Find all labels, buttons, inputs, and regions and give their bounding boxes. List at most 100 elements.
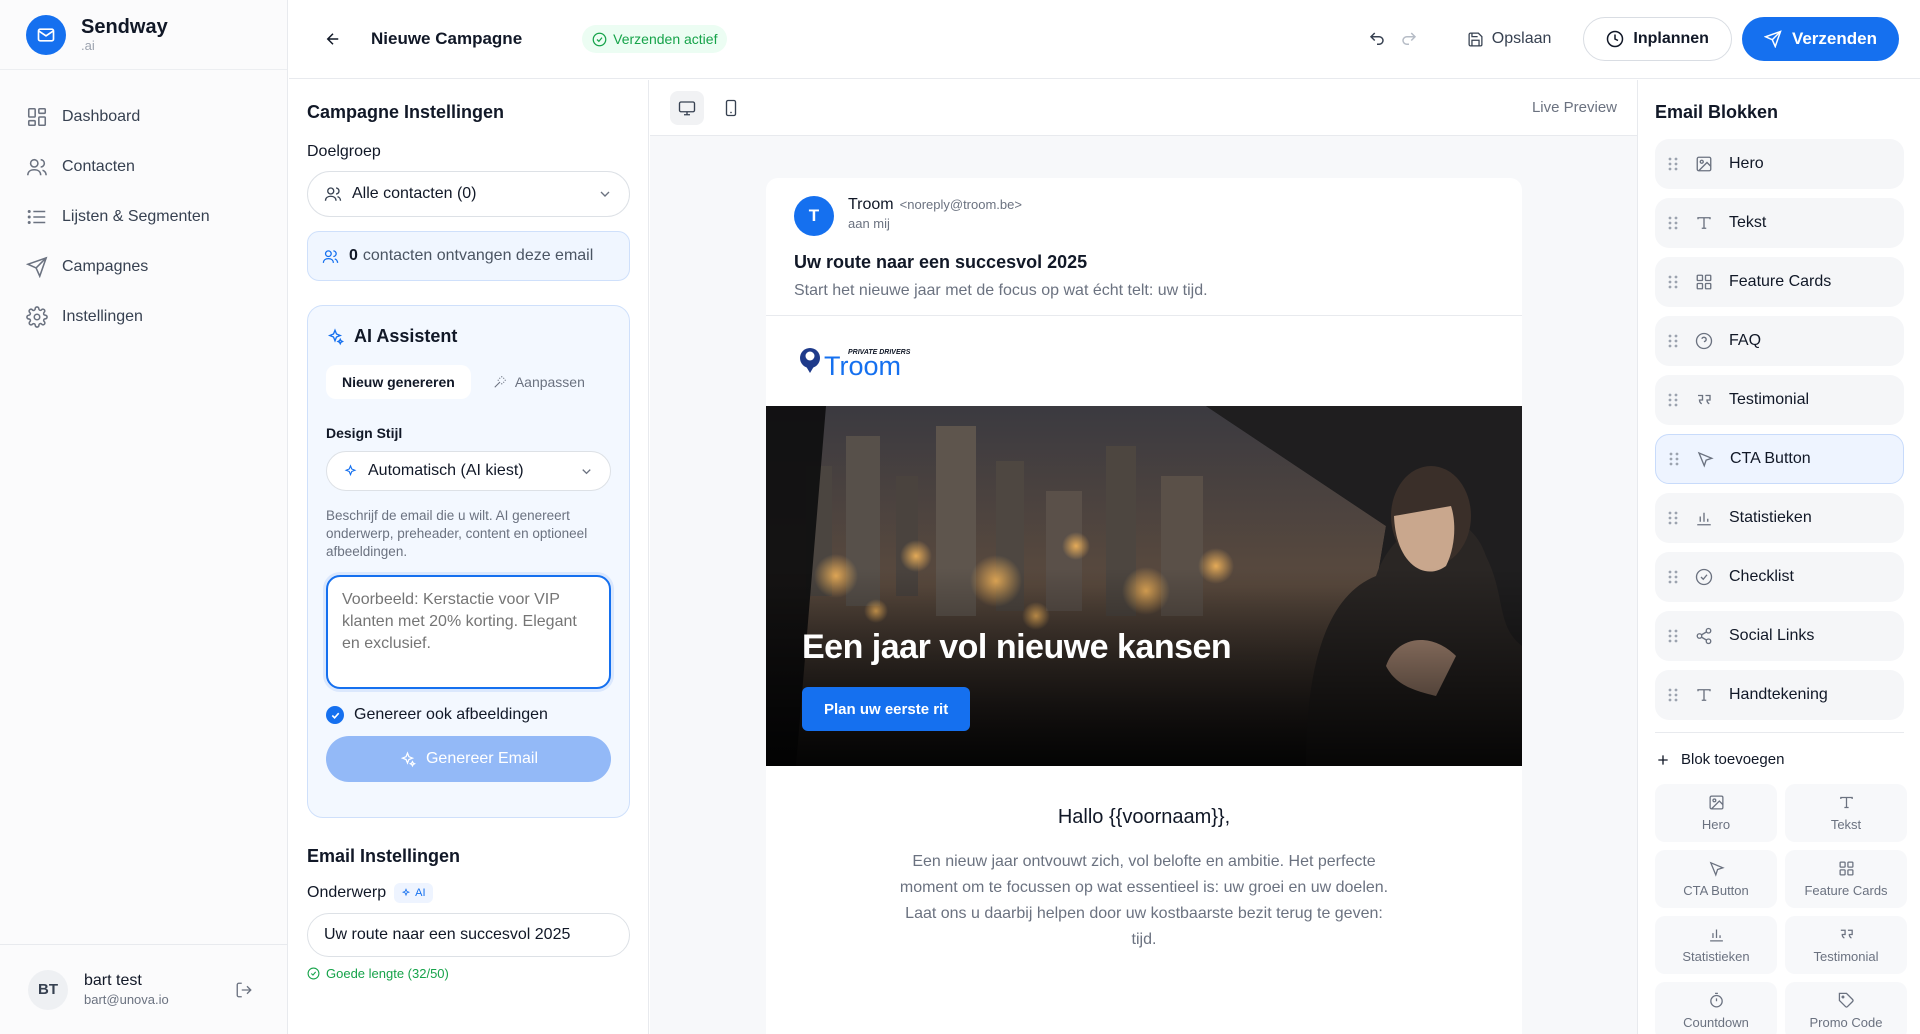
generate-images-label: Genereer ook afbeeldingen (354, 706, 548, 723)
block-item-tekst[interactable]: Tekst (1655, 198, 1904, 248)
desktop-view-button[interactable] (670, 90, 704, 125)
pointer-icon (1709, 861, 1725, 877)
block-grid: Hero Tekst CTA Button Feature Cards Statisti… (1655, 784, 1907, 1034)
email-body-text: Een nieuw jaar ontvouwt zich, vol beloft… (899, 853, 1389, 948)
check-circle-icon (592, 32, 607, 46)
drag-handle-icon[interactable] (1667, 333, 1679, 349)
add-block-countdown[interactable]: Countdown (1655, 982, 1777, 1034)
drag-handle-icon[interactable] (1667, 215, 1679, 231)
drag-handle-icon[interactable] (1667, 274, 1679, 290)
ai-badge-label: AI (415, 887, 426, 899)
add-block-statistieken[interactable]: Statistieken (1655, 916, 1777, 974)
redo-button[interactable] (1393, 23, 1425, 55)
drag-handle-icon[interactable] (1667, 687, 1679, 703)
ai-badge: AI (394, 883, 433, 903)
add-block-promo-code[interactable]: Promo Code (1785, 982, 1907, 1034)
save-button[interactable]: Opslaan (1467, 30, 1551, 48)
status-badge: Verzenden actief (582, 25, 728, 53)
blocks-title: Email Blokken (1655, 102, 1779, 122)
sparkle-icon (402, 888, 411, 897)
generate-email-button[interactable]: Genereer Email (326, 736, 611, 782)
nav-item-contacten[interactable]: Contacten (0, 142, 287, 192)
drag-handle-icon[interactable] (1668, 451, 1680, 467)
send-icon (26, 256, 48, 278)
bar-chart-icon (1697, 512, 1711, 526)
logout-button[interactable] (228, 974, 260, 1006)
back-button[interactable] (321, 27, 345, 51)
send-label: Verzenden (1791, 29, 1877, 48)
email-subject: Uw route naar een succesvol 2025 (794, 252, 1088, 272)
tab-aanpassen[interactable]: Aanpassen (477, 365, 601, 399)
block-label: Tekst (1729, 214, 1767, 231)
drag-handle-icon[interactable] (1667, 392, 1679, 408)
block-item-social-links[interactable]: Social Links (1655, 611, 1904, 661)
block-item-handtekening[interactable]: Handtekening (1655, 670, 1904, 720)
hero-cta-button[interactable]: Plan uw eerste rit (802, 687, 971, 731)
add-block-feature-cards[interactable]: Feature Cards (1785, 850, 1907, 908)
chevron-down-icon (600, 191, 610, 197)
nav-item-lijsten[interactable]: Lijsten & Segmenten (0, 192, 287, 242)
image-icon (1708, 795, 1724, 810)
block-item-checklist[interactable]: Checklist (1655, 552, 1904, 602)
nav-item-instellingen[interactable]: Instellingen (0, 292, 287, 342)
sparkle-icon (344, 463, 357, 476)
main-nav: Dashboard Contacten Lijsten & Segmenten … (0, 70, 287, 342)
status-label: Verzenden actief (613, 31, 718, 47)
add-block-hero[interactable]: Hero (1655, 784, 1777, 842)
users-icon (322, 249, 339, 263)
subject-input[interactable]: Uw route naar een succesvol 2025 (307, 913, 630, 957)
generate-images-checkbox[interactable]: Genereer ook afbeeldingen (326, 706, 611, 724)
add-block-tekst[interactable]: Tekst (1785, 784, 1907, 842)
avatar[interactable]: BT (28, 969, 68, 1010)
block-item-cta-button[interactable]: CTA Button (1655, 434, 1904, 484)
block-item-hero[interactable]: Hero (1655, 139, 1904, 189)
tab-nieuw-genereren[interactable]: Nieuw genereren (326, 365, 471, 399)
drag-handle-icon[interactable] (1667, 569, 1679, 585)
grid-label: Feature Cards (1804, 883, 1888, 898)
grid-icon (1696, 274, 1712, 290)
logo-wordmark: Troom (824, 351, 901, 381)
clock-icon (1607, 30, 1624, 48)
add-block-testimonial[interactable]: Testimonial (1785, 916, 1907, 974)
mobile-view-button[interactable] (714, 91, 748, 125)
troom-logo[interactable]: PRIVATE DRIVERS Troom (766, 316, 1522, 406)
subject-length-status: Goede lengte (32/50) (307, 966, 630, 981)
text-icon (1697, 689, 1711, 701)
settings-title: Campagne Instellingen (307, 102, 505, 122)
audience-value: Alle contacten (0) (352, 185, 477, 202)
send-button[interactable]: Verzenden (1741, 17, 1899, 61)
block-item-faq[interactable]: FAQ (1655, 316, 1904, 366)
nav-label: Lijsten & Segmenten (62, 208, 210, 225)
drag-handle-icon[interactable] (1667, 156, 1679, 172)
quote-icon (1698, 394, 1711, 405)
nav-label: Instellingen (62, 308, 143, 325)
block-item-feature-cards[interactable]: Feature Cards (1655, 257, 1904, 307)
grid-icon (27, 107, 47, 127)
audience-select[interactable]: Alle contacten (0) (307, 171, 630, 217)
live-preview-label: Live Preview (1531, 99, 1617, 116)
sparkle-icon (400, 750, 416, 767)
preview-toolbar: Live Preview (650, 80, 1637, 136)
text-icon (1697, 217, 1711, 229)
undo-button[interactable] (1361, 23, 1393, 55)
drag-handle-icon[interactable] (1667, 628, 1679, 644)
schedule-button[interactable]: Inplannen (1583, 17, 1732, 61)
block-item-statistieken[interactable]: Statistieken (1655, 493, 1904, 543)
preview-panel: Live Preview T Troom <noreply@troom.be> a… (650, 80, 1638, 1034)
hero-title: Een jaar vol nieuwe kansen (802, 628, 1232, 666)
hero-block[interactable]: Een jaar vol nieuwe kansen Plan uw eerst… (766, 406, 1522, 766)
drag-handle-icon[interactable] (1667, 510, 1679, 526)
block-label: Statistieken (1729, 509, 1812, 526)
add-block-cta-button[interactable]: CTA Button (1655, 850, 1777, 908)
topbar: Nieuwe Campagne Verzenden actief Opslaan… (289, 0, 1920, 79)
nav-item-dashboard[interactable]: Dashboard (0, 92, 287, 142)
nav-item-campagnes[interactable]: Campagnes (0, 242, 287, 292)
brand[interactable]: Sendway .ai (0, 0, 287, 70)
audience-label: Doelgroep (307, 143, 381, 160)
block-item-testimonial[interactable]: Testimonial (1655, 375, 1904, 425)
add-block-button[interactable]: Blok toevoegen (1655, 751, 1904, 768)
design-style-select[interactable]: Automatisch (AI kiest) (326, 451, 611, 491)
nav-label: Contacten (62, 158, 135, 175)
ai-prompt-input[interactable] (326, 575, 611, 689)
email-preheader: Start het nieuwe jaar met de focus op wa… (794, 282, 1208, 299)
